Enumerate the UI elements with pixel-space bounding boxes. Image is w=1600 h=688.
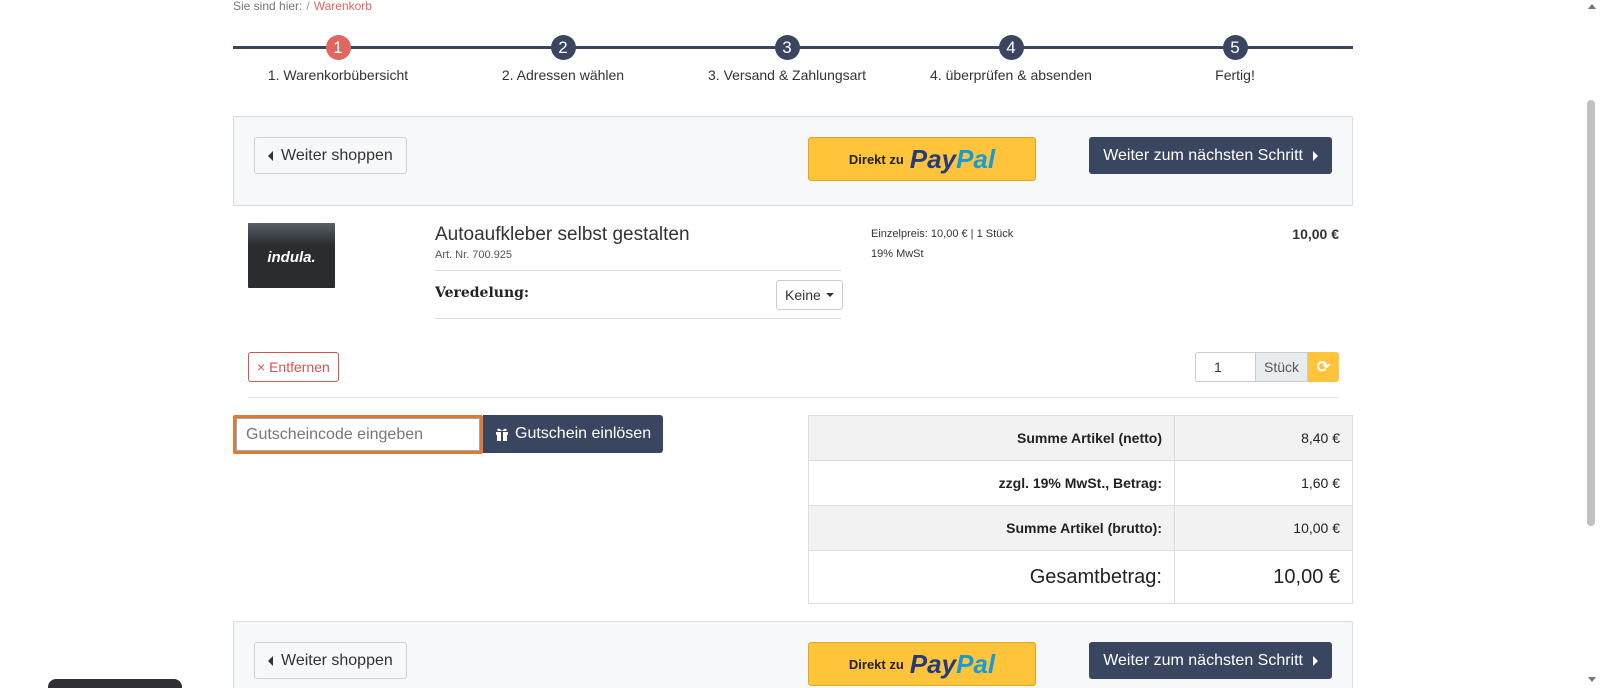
step-number: 1 — [325, 35, 351, 60]
caret-left-icon — [268, 655, 273, 666]
cart-divider — [248, 397, 1338, 398]
totals-value: 10,00 € — [1174, 505, 1353, 551]
continue-shopping-label: Weiter shoppen — [281, 146, 393, 164]
line-total: 10,00 € — [1292, 226, 1339, 242]
paypal-logo: PayPal — [909, 143, 996, 174]
refresh-icon[interactable]: ⟳ — [1308, 352, 1339, 382]
paypal-express-button[interactable]: Direkt zu PayPal — [808, 642, 1036, 686]
breadcrumb-separator: / — [306, 0, 310, 13]
breadcrumb-prefix: Sie sind hier: — [233, 0, 303, 13]
totals-label: Summe Artikel (brutto): — [808, 505, 1175, 551]
caret-left-icon — [268, 150, 273, 161]
remove-item-button[interactable]: × Entfernen — [248, 352, 339, 382]
totals-table: Summe Artikel (netto) 8,40 € zzgl. 19% M… — [808, 415, 1353, 604]
scroll-up-icon[interactable] — [1588, 4, 1596, 9]
next-step-button[interactable]: Weiter zum nächsten Schritt — [1089, 642, 1332, 679]
table-row: Gesamtbetrag: 10,00 € — [808, 550, 1353, 604]
quantity-input[interactable]: 1 — [1195, 352, 1255, 382]
continue-shopping-button[interactable]: Weiter shoppen — [254, 137, 407, 174]
bottom-action-bar: Weiter shoppen Direkt zu PayPal Weiter z… — [233, 621, 1353, 688]
option-divider — [435, 318, 841, 319]
continue-shopping-label: Weiter shoppen — [281, 651, 393, 669]
quantity-unit: Stück — [1255, 352, 1308, 382]
redeem-coupon-label: Gutschein einlösen — [515, 425, 652, 442]
table-row: zzgl. 19% MwSt., Betrag: 1,60 € — [808, 460, 1353, 506]
grand-total-value: 10,00 € — [1174, 550, 1353, 604]
next-step-label: Weiter zum nächsten Schritt — [1103, 651, 1303, 669]
step-label: 3. Versand & Zahlungsart — [708, 67, 866, 83]
table-row: Summe Artikel (brutto): 10,00 € — [808, 505, 1353, 551]
next-step-label: Weiter zum nächsten Schritt — [1103, 146, 1303, 164]
scroll-down-icon[interactable] — [1588, 677, 1596, 682]
continue-shopping-button[interactable]: Weiter shoppen — [254, 642, 407, 679]
coupon-input[interactable]: Gutscheincode eingeben — [233, 415, 483, 454]
checkout-steps: 1 1. Warenkorbübersicht 2 2. Adressen wä… — [233, 30, 1353, 90]
breadcrumb: Sie sind hier: / Warenkorb — [233, 0, 372, 13]
unit-price: Einzelpreis: 10,00 € | 1 Stück — [871, 228, 1014, 240]
option-value: Keine — [785, 287, 821, 303]
step-label: Fertig! — [1215, 67, 1255, 83]
step-cart-overview: 1 1. Warenkorbübersicht — [238, 35, 438, 83]
step-number: 3 — [774, 35, 800, 60]
step-number: 5 — [1222, 35, 1248, 60]
scroll-thumb[interactable] — [1587, 100, 1595, 526]
redeem-coupon-button[interactable]: Gutschein einlösen — [483, 415, 664, 453]
quantity-stepper: 1 Stück ⟳ — [1195, 352, 1339, 382]
product-image[interactable]: indula. — [248, 223, 335, 288]
totals-label: Summe Artikel (netto) — [808, 415, 1175, 461]
step-review: 4 4. überprüfen & absenden — [911, 35, 1111, 83]
table-row: Summe Artikel (netto) 8,40 € — [808, 415, 1353, 461]
step-label: 2. Adressen wählen — [501, 67, 625, 83]
breadcrumb-current[interactable]: Warenkorb — [314, 0, 372, 13]
gift-icon — [496, 428, 508, 441]
product-image-logo: indula. — [267, 249, 316, 266]
top-action-bar: Weiter shoppen Direkt zu PayPal Weiter z… — [233, 116, 1353, 206]
product-article-number: Art. Nr. 700.925 — [435, 249, 513, 261]
chevron-down-icon — [825, 293, 834, 297]
paypal-prefix: Direkt zu — [848, 151, 904, 167]
option-dropdown[interactable]: Keine — [776, 280, 843, 310]
totals-value: 8,40 € — [1174, 415, 1353, 461]
page-scrollbar[interactable] — [1583, 0, 1600, 688]
vat-note: 19% MwSt — [871, 248, 924, 260]
step-addresses: 2 2. Adressen wählen — [463, 35, 663, 83]
step-label: 1. Warenkorbübersicht — [267, 67, 409, 83]
next-step-button[interactable]: Weiter zum nächsten Schritt — [1089, 137, 1332, 174]
caret-right-icon — [1313, 150, 1318, 161]
totals-label: zzgl. 19% MwSt., Betrag: — [808, 460, 1175, 506]
paypal-express-button[interactable]: Direkt zu PayPal — [808, 137, 1036, 181]
paypal-prefix: Direkt zu — [848, 656, 904, 672]
paypal-logo: PayPal — [909, 648, 996, 679]
product-title[interactable]: Autoaufkleber selbst gestalten — [435, 224, 690, 246]
step-shipping-payment: 3 3. Versand & Zahlungsart — [687, 35, 887, 83]
chat-widget-tab[interactable] — [48, 679, 182, 688]
step-done: 5 Fertig! — [1135, 35, 1335, 83]
grand-total-label: Gesamtbetrag: — [808, 550, 1175, 604]
step-number: 4 — [998, 35, 1024, 60]
product-divider — [435, 270, 841, 271]
totals-value: 1,60 € — [1174, 460, 1353, 506]
option-label: Veredelung: — [435, 285, 530, 301]
step-label: 4. überprüfen & absenden — [930, 67, 1092, 83]
step-number: 2 — [550, 35, 576, 60]
caret-right-icon — [1313, 655, 1318, 666]
